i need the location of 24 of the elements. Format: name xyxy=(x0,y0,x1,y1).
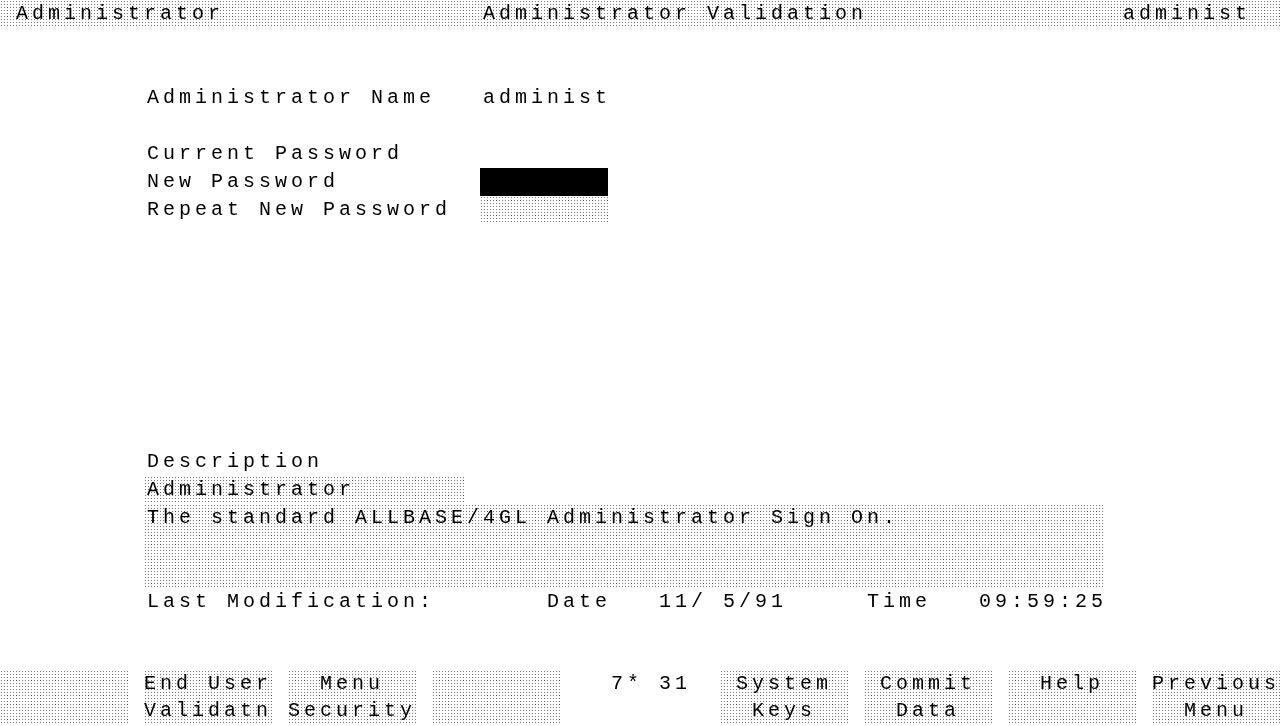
user-name: administ xyxy=(1122,1,1252,27)
function-key[interactable]: Menu Security xyxy=(288,670,416,724)
field-label: Current Password xyxy=(146,141,405,167)
field-label: Repeat New Password xyxy=(146,197,453,223)
screen-title: Administrator Validation xyxy=(482,1,869,27)
field-label: Time xyxy=(866,589,932,615)
field-label: New Password xyxy=(146,169,341,195)
field-label: Last Modification: xyxy=(146,589,437,615)
function-key[interactable]: Help xyxy=(1008,670,1136,724)
function-key[interactable]: Commit Data xyxy=(864,670,992,724)
function-key[interactable]: End User Validatn xyxy=(144,670,272,724)
date-value: 11/ 5/91 xyxy=(658,589,788,615)
section-label: Description xyxy=(146,449,325,475)
field-value: administ xyxy=(482,85,612,111)
function-key[interactable]: Previous Menu xyxy=(1152,670,1280,724)
description-field[interactable]: The standard ALLBASE/4GL Administrator Sign On. xyxy=(144,504,1104,588)
function-key[interactable]: System Keys xyxy=(720,670,848,724)
field-label: Administrator Name xyxy=(146,85,437,111)
user-label: Administrator xyxy=(16,1,226,27)
time-value: 09:59:25 xyxy=(978,589,1108,615)
name-field[interactable]: Administrator xyxy=(144,476,464,504)
record-counter: 7* 31 xyxy=(610,671,692,697)
field-label: Date xyxy=(546,589,612,615)
password-field[interactable] xyxy=(480,168,608,196)
